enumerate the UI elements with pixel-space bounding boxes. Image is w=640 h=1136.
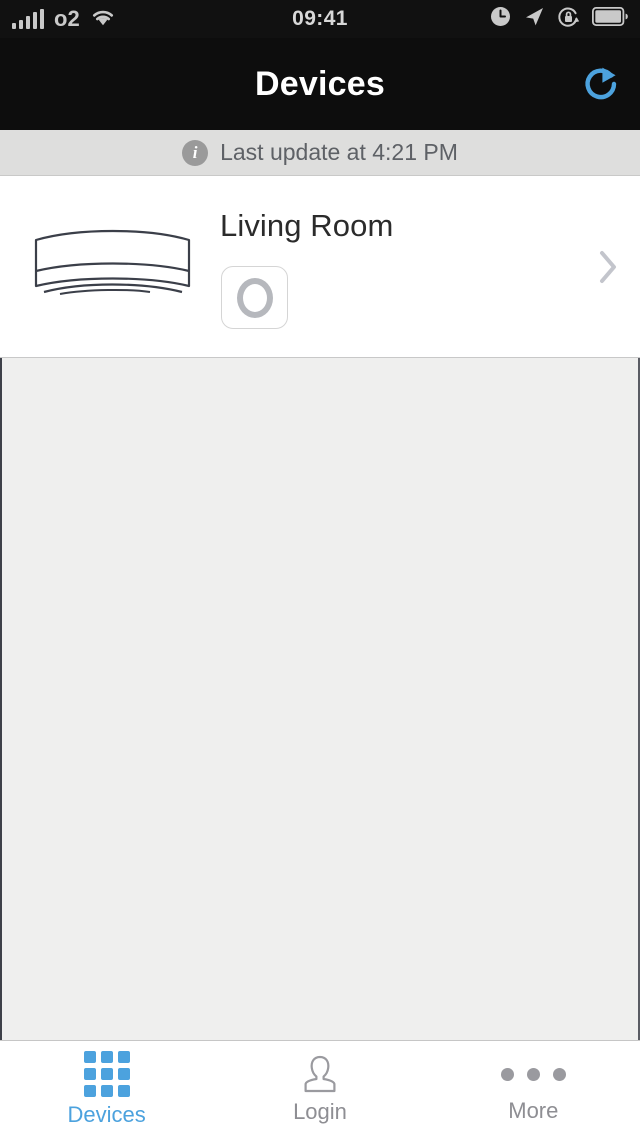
tab-bar: Devices Login More [0, 1040, 640, 1136]
battery-icon [591, 6, 628, 31]
navigation-bar: Devices [0, 38, 640, 130]
page-title: Devices [255, 64, 385, 103]
tab-login-label: Login [293, 1099, 347, 1124]
status-bar-right [490, 0, 628, 38]
rotation-lock-icon [557, 5, 580, 33]
air-conditioner-icon [30, 224, 195, 309]
chevron-right-icon[interactable] [594, 247, 622, 287]
app-screen: o2 09:41 Devices i Last update at 4:21 P… [0, 0, 640, 1136]
last-update-banner: i Last update at 4:21 PM [0, 130, 640, 176]
ellipsis-icon [500, 1055, 566, 1093]
last-update-text: Last update at 4:21 PM [220, 139, 458, 165]
tab-devices[interactable]: Devices [0, 1041, 213, 1136]
tab-devices-label: Devices [67, 1102, 146, 1127]
power-toggle-button[interactable] [221, 266, 288, 329]
device-name: Living Room [220, 208, 394, 243]
info-icon: i [182, 139, 209, 166]
tab-login[interactable]: Login [213, 1041, 426, 1136]
refresh-icon[interactable] [572, 55, 630, 113]
device-list-item[interactable]: Living Room [0, 176, 640, 358]
status-bar: o2 09:41 [0, 0, 640, 38]
person-icon [298, 1054, 342, 1094]
grid-icon [83, 1051, 130, 1097]
alarm-clock-icon [490, 6, 511, 32]
location-arrow-icon [523, 6, 545, 33]
empty-list-area [0, 358, 640, 1040]
tab-more-label: More [508, 1098, 559, 1123]
tab-more[interactable]: More [427, 1041, 640, 1136]
power-ring-icon [236, 277, 273, 318]
